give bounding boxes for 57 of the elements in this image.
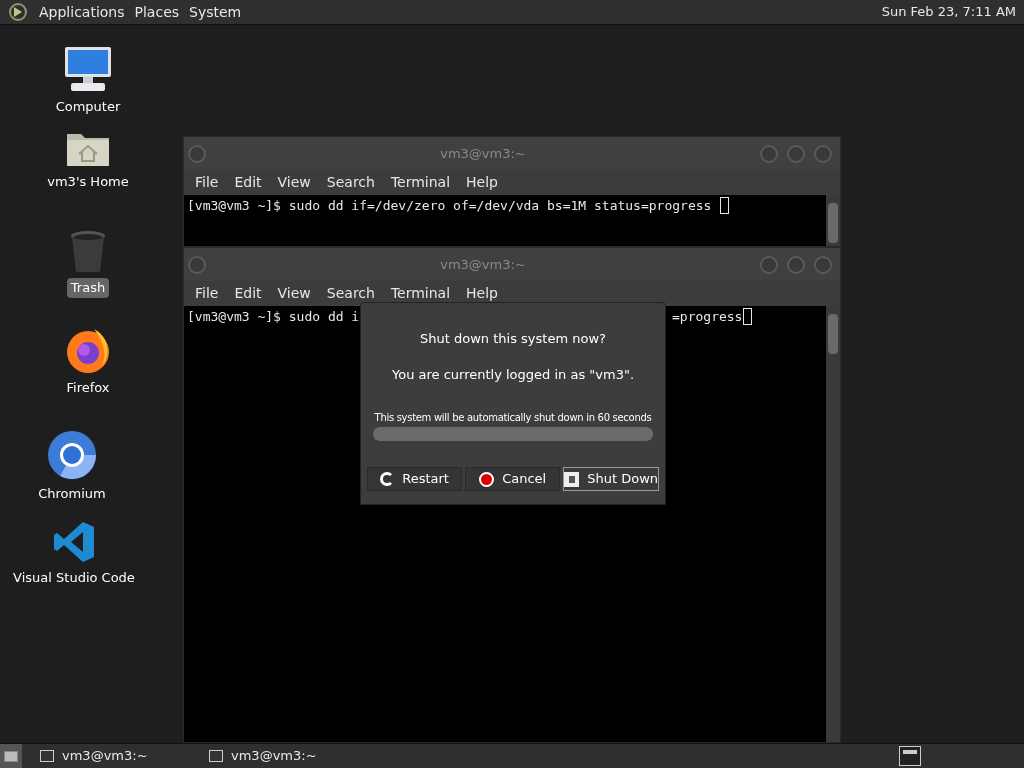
terminal-icon bbox=[209, 750, 223, 762]
window-menu-button[interactable] bbox=[188, 144, 206, 163]
window-title: vm3@vm3:~ bbox=[440, 144, 526, 163]
maximize-button[interactable] bbox=[787, 255, 805, 274]
text-cursor bbox=[720, 197, 729, 214]
countdown-text: This system will be automatically shut down in 60 seconds bbox=[374, 411, 652, 425]
minimize-button[interactable] bbox=[760, 144, 778, 163]
desktop-icon-label[interactable]: Chromium bbox=[34, 484, 110, 504]
panel-menu[interactable]: System bbox=[184, 1, 247, 23]
menu-item[interactable]: Help bbox=[458, 172, 506, 193]
panel-menu[interactable]: Places bbox=[129, 1, 185, 23]
menu-item[interactable]: Edit bbox=[226, 283, 270, 304]
menu-item[interactable]: Terminal bbox=[382, 283, 459, 304]
distro-logo-icon bbox=[8, 2, 28, 22]
desktop-icon-label[interactable]: Visual Studio Code bbox=[9, 568, 139, 588]
power-icon bbox=[564, 471, 580, 487]
chromium-icon bbox=[47, 430, 97, 480]
menu-item[interactable]: Help bbox=[458, 283, 506, 304]
terminal-icon bbox=[40, 750, 54, 762]
computer-icon bbox=[63, 45, 113, 93]
dialog-button[interactable]: Cancel bbox=[465, 467, 561, 491]
desktop-icon-label[interactable]: Firefox bbox=[62, 378, 114, 398]
workspace-button[interactable] bbox=[899, 746, 921, 766]
desktop-icon-label[interactable]: vm3's Home bbox=[43, 172, 133, 192]
menu-item[interactable]: View bbox=[269, 172, 319, 193]
trash-icon bbox=[69, 230, 107, 274]
desktop-icon-label[interactable]: Computer bbox=[51, 97, 125, 117]
menu-item[interactable]: Search bbox=[318, 172, 383, 193]
dialog-button[interactable]: Shut Down bbox=[563, 467, 659, 491]
show-desktop-button[interactable] bbox=[0, 744, 22, 768]
firefox-icon bbox=[64, 326, 112, 374]
panel-menu[interactable]: Applications bbox=[34, 1, 130, 23]
terminal-line: =progress bbox=[672, 308, 743, 326]
desktop-icon-label[interactable]: Trash bbox=[66, 278, 110, 298]
text-cursor bbox=[743, 308, 752, 325]
menu-item[interactable]: Terminal bbox=[382, 172, 459, 193]
close-button[interactable] bbox=[814, 255, 832, 274]
menu-item[interactable]: Edit bbox=[226, 172, 270, 193]
window-title: vm3@vm3:~ bbox=[440, 255, 526, 274]
terminal-line: [vm3@vm3 ~]$ sudo dd if=/dev/zero of=/dev/vda bs=1M status=progress bbox=[187, 198, 712, 213]
stop-icon bbox=[479, 471, 495, 487]
dialog-button[interactable]: Restart bbox=[367, 467, 463, 491]
menu-item[interactable]: File bbox=[187, 283, 227, 304]
dialog-message: You are currently logged in as "vm3". bbox=[391, 365, 635, 384]
dialog-question: Shut down this system now? bbox=[420, 330, 606, 348]
taskbar-item[interactable]: vm3@vm3:~ bbox=[205, 744, 360, 768]
close-button[interactable] bbox=[814, 144, 832, 163]
maximize-button[interactable] bbox=[787, 144, 805, 163]
code-editor-icon bbox=[52, 520, 96, 564]
taskbar-item[interactable]: vm3@vm3:~ bbox=[36, 744, 191, 768]
menu-item[interactable]: Search bbox=[318, 283, 383, 304]
window-menu-button[interactable] bbox=[188, 255, 206, 274]
menu-item[interactable]: File bbox=[187, 172, 227, 193]
terminal-line: [vm3@vm3 ~]$ sudo dd i bbox=[187, 309, 360, 324]
clock[interactable]: Sun Feb 23, 7:11 AM bbox=[881, 2, 1016, 22]
menu-item[interactable]: View bbox=[269, 283, 319, 304]
minimize-button[interactable] bbox=[760, 255, 778, 274]
